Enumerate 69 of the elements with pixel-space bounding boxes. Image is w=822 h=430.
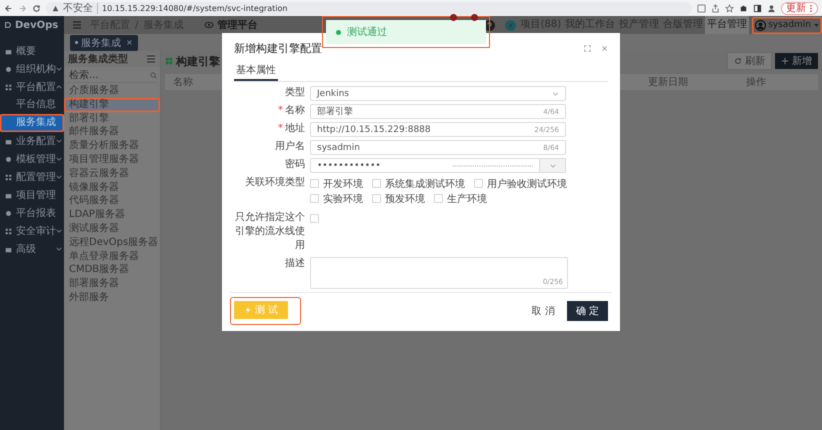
service-type-item[interactable]: 测试服务器 <box>64 222 160 236</box>
sidebar-subitem[interactable]: 平台信息 <box>0 96 64 114</box>
service-type-item[interactable]: LDAP服务器 <box>64 208 160 222</box>
cancel-button[interactable]: 取 消 <box>528 302 559 320</box>
sidebar-item[interactable]: 平台报表 <box>0 204 64 222</box>
sidebar-item[interactable]: 业务配置 <box>0 132 64 150</box>
column-header: 操作 <box>745 76 767 89</box>
service-type-item[interactable]: 容器云服务器 <box>64 166 160 181</box>
field-label: 类型 <box>285 87 305 98</box>
field-label: 密码 <box>285 159 305 170</box>
field-label: 地址 <box>285 123 305 134</box>
service-type-item[interactable]: 邮件服务器 <box>64 125 160 140</box>
required-mark: * <box>278 105 283 116</box>
column-header: 名称 <box>172 76 193 89</box>
sidebar-item[interactable]: 配置管理 <box>0 168 64 186</box>
type-select[interactable]: Jenkins <box>310 86 566 101</box>
field-label: 用户名 <box>275 141 305 152</box>
service-type-item[interactable]: 项目管理服务器 <box>64 152 160 167</box>
service-type-item[interactable]: CMDB服务器 <box>64 263 160 278</box>
service-type-item[interactable]: 镜像服务器 <box>64 180 160 194</box>
service-type-item[interactable]: 外部服务 <box>64 290 160 305</box>
refresh-button[interactable]: 刷新 <box>727 52 772 70</box>
column-header: 更新日期 <box>647 76 689 89</box>
service-type-item[interactable]: 质量分析服务器 <box>64 139 160 153</box>
service-type-item[interactable]: 部署服务器 <box>64 277 160 291</box>
nav-tab[interactable]: 平台管理 <box>705 16 750 34</box>
success-toast: 测试通过 <box>326 20 486 44</box>
user-menu[interactable]: sysadmin <box>752 16 822 34</box>
security-label: 不安全 <box>63 2 98 14</box>
sidebar-item[interactable]: 概要 <box>0 42 64 60</box>
service-type-item[interactable]: 部署引擎 <box>64 112 160 126</box>
url-text: 10.15.15.229:14080/#/system/svc-integration <box>102 4 288 12</box>
platform-title: 管理平台 <box>217 18 258 32</box>
dialog-tab[interactable]: 基本属性 <box>234 63 278 81</box>
add-button[interactable]: 新增 <box>775 53 818 69</box>
address-bar[interactable]: 不安全 10.15.15.229:14080/#/system/svc-integration <box>46 2 692 14</box>
service-type-item[interactable]: 单点登录服务器 <box>64 250 160 264</box>
checkbox-option[interactable]: 系统集成测试环境 <box>372 176 465 191</box>
page-tab[interactable]: 服务集成 × <box>70 34 138 50</box>
service-type-item[interactable]: 远程DevOps服务器 <box>64 236 160 250</box>
dialog-title: 新增构建引擎配置 <box>234 40 323 56</box>
logo-text: DevOps <box>15 20 58 30</box>
sidebar-item[interactable]: 模板管理 <box>0 150 64 168</box>
checkbox-option[interactable]: 预发环境 <box>372 191 425 206</box>
breadcrumb-separator: / <box>135 20 138 30</box>
panel-title: 服务集成类型 <box>68 52 129 66</box>
search-field[interactable]: 检索... <box>67 70 150 80</box>
field-label: 关联环境类型 <box>245 177 305 188</box>
sidebar-item[interactable]: 项目管理 <box>0 186 64 204</box>
field-label: 名称 <box>285 105 305 116</box>
confirm-button[interactable]: 确 定 <box>566 301 608 321</box>
sidebar-item[interactable]: 安全审计 <box>0 222 64 240</box>
service-type-item[interactable]: 代码服务器 <box>64 194 160 208</box>
service-type-item[interactable]: 介质服务器 <box>64 84 160 98</box>
checkbox-option[interactable]: 实验环境 <box>310 191 363 206</box>
field-label: 只允许指定这个引擎的流水线使用 <box>235 212 305 251</box>
checkbox-option[interactable]: 生产环境 <box>434 191 487 206</box>
sidebar-item[interactable]: 平台配置 <box>0 78 64 96</box>
required-mark: * <box>278 123 283 134</box>
password-field[interactable]: •••••••••••• <box>310 158 540 173</box>
page-title: 构建引擎 <box>176 54 220 68</box>
service-type-item[interactable]: 构建引擎 <box>64 98 160 112</box>
sidebar-item[interactable]: 组织机构 <box>0 60 64 78</box>
field-label: 描述 <box>285 258 305 269</box>
checkbox-option[interactable]: 开发环境 <box>310 176 363 191</box>
checkbox-option[interactable]: 用户验收测试环境 <box>474 176 567 191</box>
sidebar-item[interactable]: 高级 <box>0 240 64 258</box>
update-button[interactable]: 更新 <box>781 2 818 14</box>
sidebar-subitem[interactable]: 服务集成 <box>0 114 64 132</box>
